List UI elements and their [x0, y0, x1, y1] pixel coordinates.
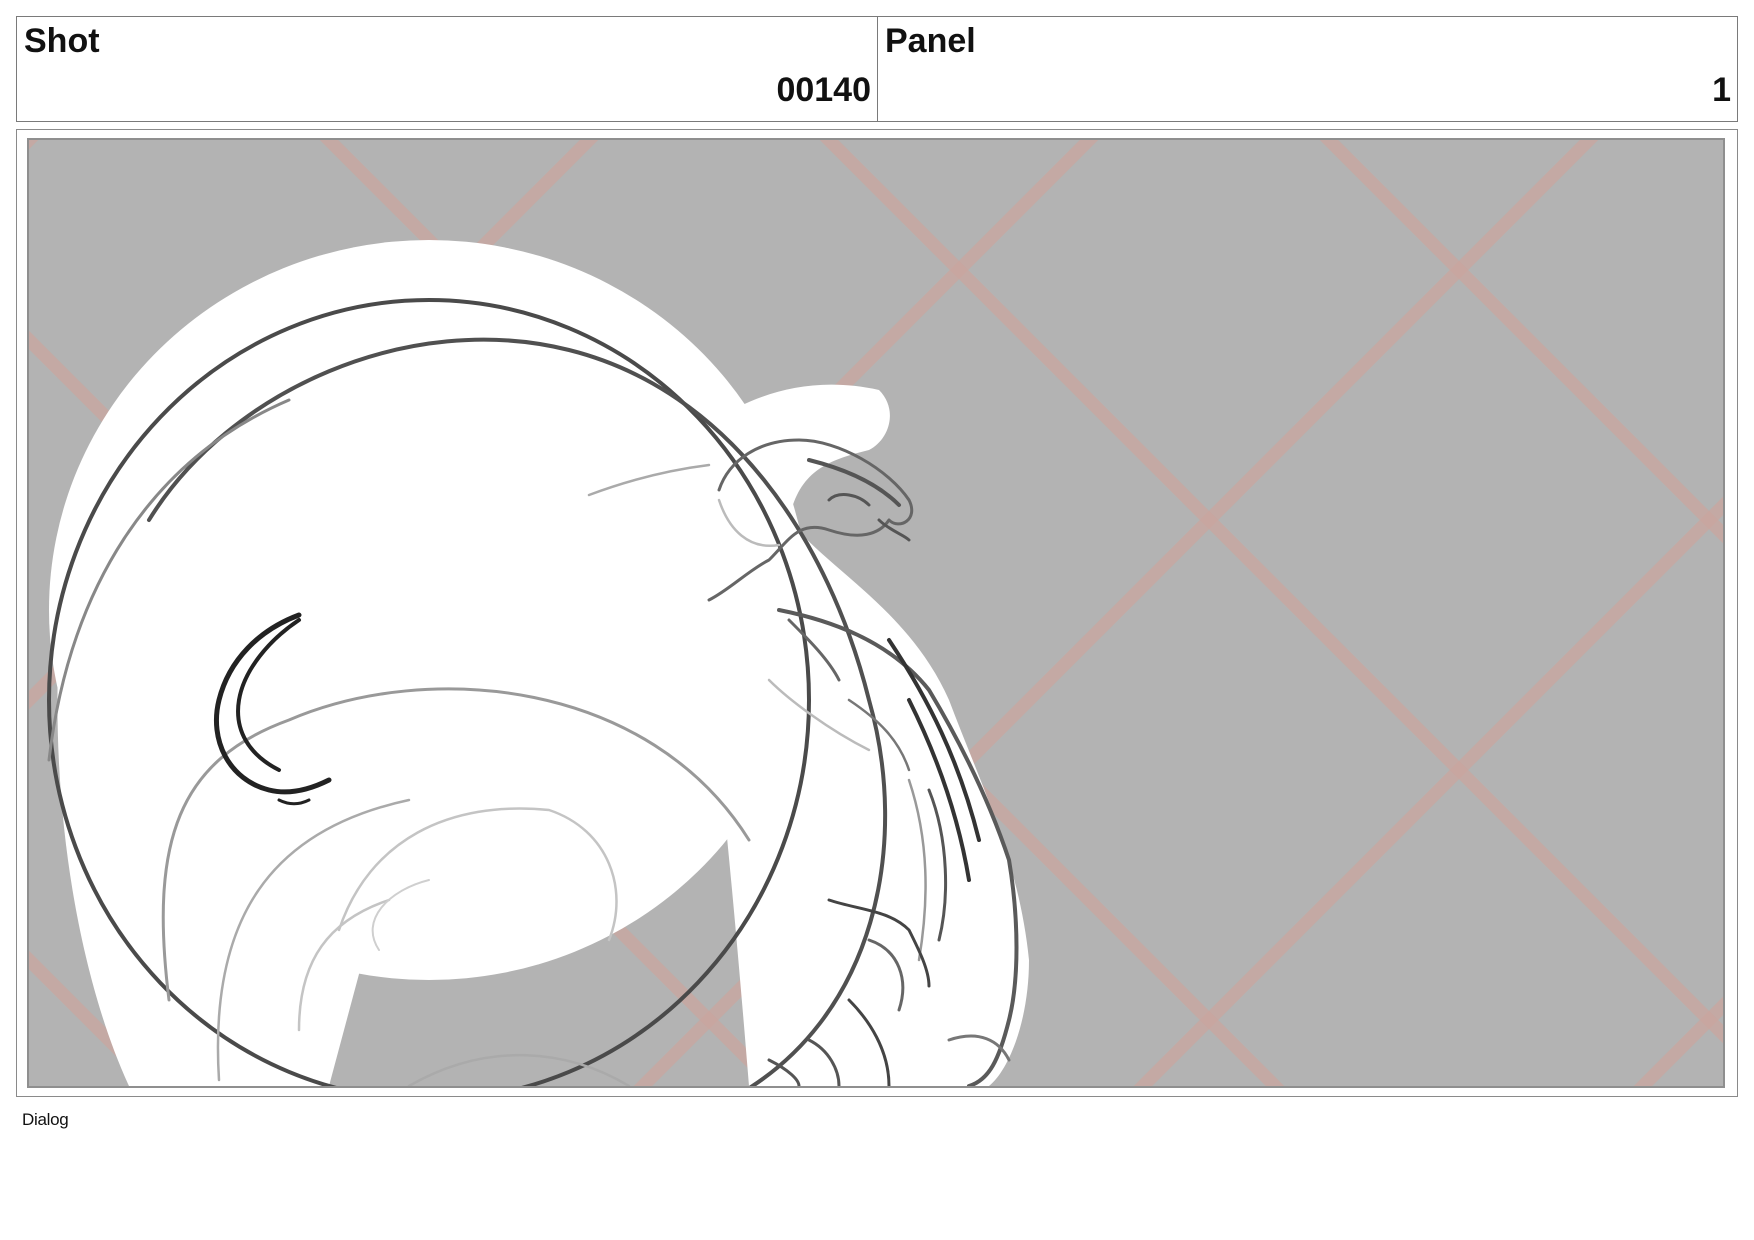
- panel-cell: Panel 1: [878, 17, 1737, 121]
- storyboard-header: Shot 00140 Panel 1: [16, 16, 1738, 122]
- shot-label: Shot: [24, 22, 100, 60]
- panel-label: Panel: [885, 22, 976, 60]
- panel-frame: [16, 129, 1738, 1097]
- panel-number: 1: [1712, 71, 1731, 109]
- storyboard-panel-image: [27, 138, 1725, 1088]
- shot-number: 00140: [776, 71, 871, 109]
- shot-cell: Shot 00140: [17, 17, 878, 121]
- sketch-drawing: [29, 140, 1723, 1086]
- dialog-label: Dialog: [22, 1110, 69, 1129]
- character-silhouette: [49, 240, 1029, 1086]
